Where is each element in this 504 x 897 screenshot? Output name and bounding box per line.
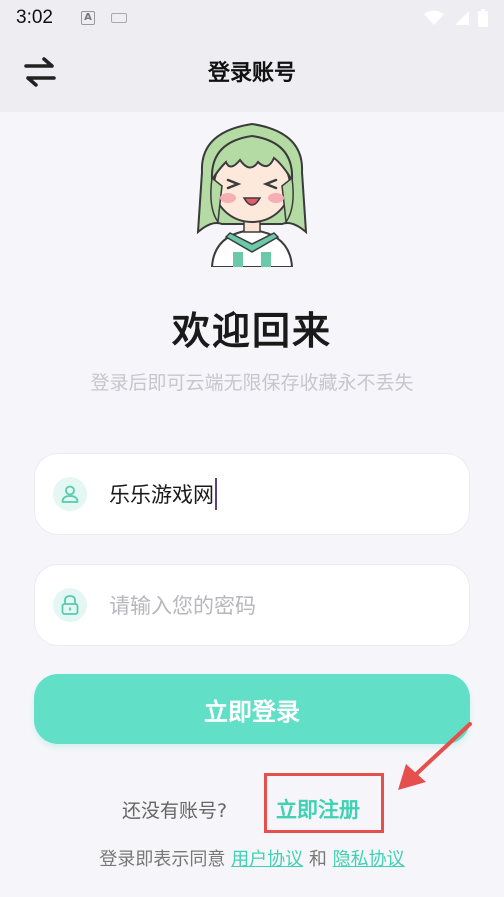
no-account-text: 还没有账号? bbox=[122, 800, 228, 822]
page-title: 登录账号 bbox=[207, 61, 296, 86]
agreement-prefix: 登录即表示同意 bbox=[99, 849, 226, 870]
annotation-highlight-box bbox=[264, 773, 384, 833]
username-value: 乐乐游戏网 bbox=[109, 483, 214, 507]
signal-icon bbox=[455, 11, 469, 25]
app-header: 登录账号 bbox=[0, 36, 504, 112]
username-field[interactable]: 乐乐游戏网 bbox=[34, 453, 470, 535]
username-input[interactable]: 乐乐游戏网 bbox=[109, 478, 217, 510]
user-agreement-link[interactable]: 用户协议 bbox=[231, 849, 303, 870]
battery-icon bbox=[478, 9, 488, 27]
user-icon bbox=[53, 477, 87, 511]
welcome-subtitle: 登录后即可云端无限保存收藏永不丢失 bbox=[90, 372, 414, 394]
text-caret bbox=[215, 478, 217, 510]
annotation-arrow-icon bbox=[398, 722, 472, 790]
password-input[interactable]: 请输入您的密码 bbox=[109, 590, 256, 620]
agreement-conjunction: 和 bbox=[308, 849, 327, 870]
agreement-row: 登录即表示同意 用户协议 和 隐私协议 bbox=[0, 845, 504, 871]
privacy-policy-link[interactable]: 隐私协议 bbox=[333, 849, 405, 870]
status-right-icons bbox=[424, 9, 488, 27]
accessibility-a-icon: A bbox=[80, 11, 95, 25]
welcome-title: 欢迎回来 bbox=[171, 309, 332, 353]
lock-icon bbox=[53, 588, 87, 622]
status-time: 3:02 bbox=[16, 7, 53, 28]
keyboard-icon bbox=[110, 13, 127, 23]
password-field[interactable]: 请输入您的密码 bbox=[34, 564, 470, 646]
status-bar: 3:02 A bbox=[0, 0, 504, 36]
avatar-illustration bbox=[196, 122, 308, 267]
wifi-icon bbox=[424, 10, 444, 25]
register-row: 还没有账号? 立即注册 bbox=[0, 788, 504, 828]
